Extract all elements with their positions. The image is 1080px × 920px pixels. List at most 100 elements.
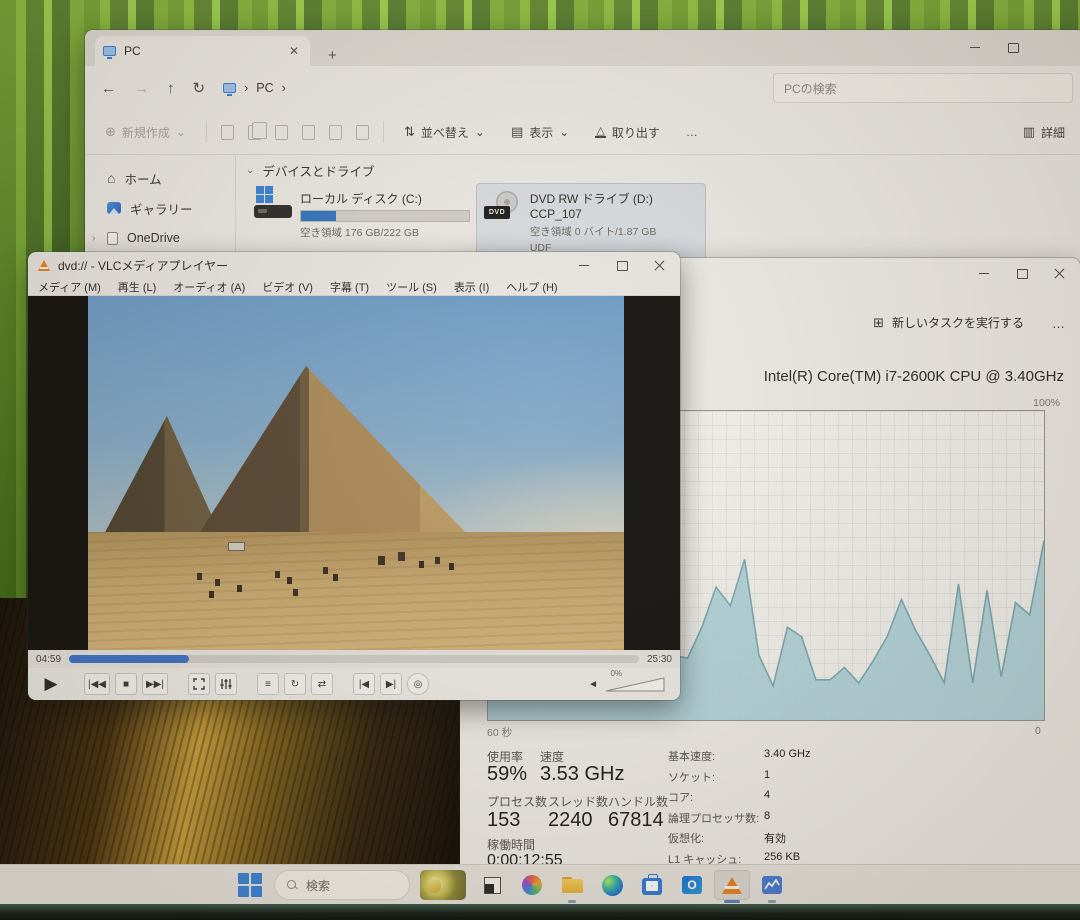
vlc-cone-icon (38, 260, 50, 271)
seek-bar[interactable] (69, 655, 639, 663)
more-button[interactable]: … (680, 121, 704, 143)
more-options-icon[interactable]: … (1052, 316, 1066, 331)
drive-usage-bar (300, 210, 470, 222)
close-button[interactable] (1054, 268, 1066, 279)
task-manager-button[interactable] (754, 870, 790, 900)
speaker-muted-icon[interactable]: ◄ (588, 679, 598, 690)
menu-media[interactable]: メディア (M) (38, 279, 101, 295)
section-devices-and-drives[interactable]: ⌄ デバイスとドライブ (246, 161, 375, 180)
copy-icon[interactable] (248, 125, 261, 140)
dvd-menu-button[interactable]: ◎ (407, 673, 429, 695)
vlc-title-bar[interactable]: dvd:// - VLCメディアプレイヤー (28, 252, 680, 278)
vlc-window: dvd:// - VLCメディアプレイヤー メディア (M) 再生 (L) オー… (28, 252, 680, 700)
pyramid-small (102, 416, 222, 538)
sort-button[interactable]: ⇅ 並べ替え ⌄ (398, 120, 491, 145)
onedrive-icon (107, 232, 118, 245)
stop-button[interactable]: ■ (115, 673, 137, 695)
menu-audio[interactable]: オーディオ (A) (173, 279, 245, 295)
vlc-seek-row: 04:59 25:30 (28, 650, 680, 668)
drive-name: ローカル ディスク (C:) (300, 190, 470, 207)
expand-icon[interactable]: › (92, 233, 95, 244)
breadcrumb[interactable]: › PC › (223, 81, 286, 95)
cut-icon[interactable] (221, 125, 234, 140)
copilot-button[interactable] (514, 870, 550, 900)
refresh-icon[interactable]: ↻ (193, 79, 206, 97)
chart-max-label: 100% (1033, 397, 1060, 409)
drive-dvd-tile[interactable]: DVD DVD RW ドライブ (D:) CCP_107 空き領域 0 バイト/… (476, 183, 706, 261)
taskbar-search[interactable]: 検索 (274, 870, 410, 900)
paste-icon[interactable] (275, 125, 288, 140)
crumb-chevron-icon: › (282, 81, 286, 95)
volume-control[interactable]: ◄ 0% (588, 668, 668, 700)
playlist-button[interactable]: ≡ (257, 673, 279, 695)
menu-tools[interactable]: ツール (S) (386, 279, 437, 295)
fullscreen-button[interactable] (188, 673, 210, 695)
next-button[interactable]: ▶▶| (142, 673, 168, 695)
search-icon (287, 880, 298, 891)
tab-close-icon[interactable]: ✕ (286, 44, 302, 58)
uptime-label: 稼働時間 (487, 836, 535, 853)
start-button[interactable] (237, 872, 263, 898)
explorer-search-input[interactable]: PCの検索 (773, 73, 1073, 103)
sidebar-item-onedrive[interactable]: › OneDrive (85, 223, 235, 253)
home-icon: ⌂ (107, 170, 115, 186)
edge-icon (602, 875, 623, 896)
outlook-button[interactable] (674, 870, 710, 900)
share-icon[interactable] (329, 125, 342, 140)
store-button[interactable] (634, 870, 670, 900)
minimize-button[interactable] (969, 42, 981, 53)
tab-title: PC (124, 44, 141, 58)
outlook-icon (682, 876, 702, 894)
task-view-icon (484, 877, 501, 894)
explorer-toolbar: ⊕ 新規作成 ⌄ ⇅ 並べ替え ⌄ ▤ 表示 ⌄ △ (85, 110, 1080, 155)
delete-icon[interactable] (356, 125, 369, 140)
breadcrumb-root[interactable]: PC (256, 81, 273, 95)
widgets-button[interactable] (420, 870, 466, 900)
close-button[interactable] (654, 260, 666, 271)
task-view-button[interactable] (474, 870, 510, 900)
menu-view[interactable]: 表示 (I) (454, 279, 489, 295)
maximize-button[interactable] (616, 260, 628, 271)
sidebar-item-home[interactable]: ⌂ ホーム (85, 163, 235, 193)
file-explorer-button[interactable] (554, 870, 590, 900)
sidebar-item-gallery[interactable]: ギャラリー (85, 193, 235, 223)
elapsed-time: 04:59 (36, 654, 61, 665)
previous-button[interactable]: |◀◀ (84, 673, 110, 695)
prev-chapter-button[interactable]: |◀ (353, 673, 375, 695)
maximize-button[interactable] (1016, 268, 1028, 279)
vlc-taskbar-button[interactable] (714, 870, 750, 900)
minimize-button[interactable] (578, 260, 590, 271)
vlc-seek-fill (69, 655, 189, 663)
menu-subtitle[interactable]: 字幕 (T) (330, 279, 369, 295)
video-area[interactable] (28, 296, 680, 650)
play-button[interactable]: ▶ (38, 673, 64, 695)
run-new-task-button[interactable]: ⊞ 新しいタスクを実行する (873, 314, 1024, 331)
minimize-button[interactable] (978, 268, 990, 279)
distant-figures (88, 296, 91, 301)
extended-settings-button[interactable] (215, 673, 237, 695)
new-button[interactable]: ⊕ 新規作成 ⌄ (99, 120, 192, 145)
maximize-button[interactable] (1007, 42, 1019, 53)
up-icon[interactable]: ↑ (167, 80, 175, 97)
menu-help[interactable]: ヘルプ (H) (506, 279, 557, 295)
random-button[interactable]: ⇄ (311, 673, 333, 695)
eject-button[interactable]: △ 取り出す (589, 120, 665, 145)
menu-playback[interactable]: 再生 (L) (118, 279, 157, 295)
loop-button[interactable]: ↻ (284, 673, 306, 695)
new-tab-button[interactable]: + (322, 45, 343, 66)
desert-ground (88, 532, 624, 650)
forward-icon[interactable]: → (134, 80, 149, 97)
menu-video[interactable]: ビデオ (V) (262, 279, 313, 295)
details-pane-button[interactable]: ▥ 詳細 (1017, 120, 1071, 145)
edge-button[interactable] (594, 870, 630, 900)
plus-icon: ⊕ (105, 124, 116, 140)
view-button[interactable]: ▤ 表示 ⌄ (505, 120, 575, 145)
next-chapter-button[interactable]: ▶| (380, 673, 402, 695)
rename-icon[interactable] (302, 125, 315, 140)
chart-axis-right-label: 0 (1035, 725, 1041, 737)
explorer-tab-pc[interactable]: PC ✕ (95, 36, 310, 66)
processes-value: 153 (487, 809, 520, 832)
back-icon[interactable]: ← (101, 80, 116, 97)
vlc-window-title: dvd:// - VLCメディアプレイヤー (58, 257, 228, 274)
drive-c-tile[interactable]: ローカル ディスク (C:) 空き領域 176 GB/222 GB (246, 183, 478, 247)
